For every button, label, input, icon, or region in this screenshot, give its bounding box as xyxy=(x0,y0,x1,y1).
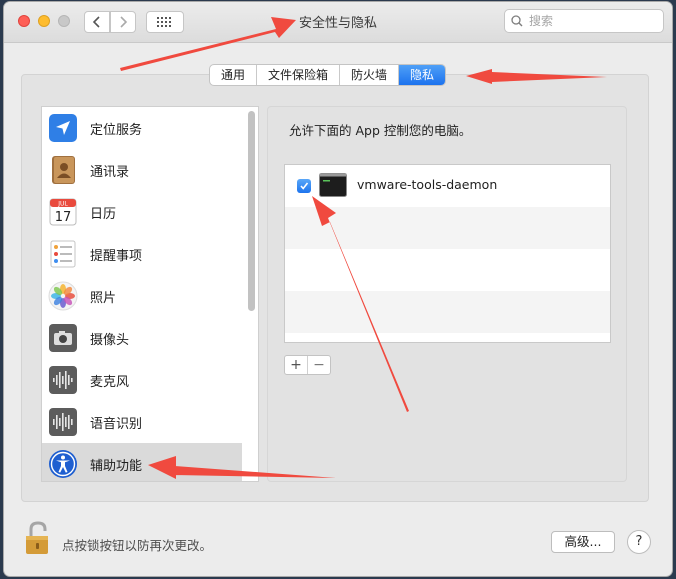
app-list: vmware-tools-daemon xyxy=(284,164,611,343)
sidebar-item-label: 通讯录 xyxy=(90,164,130,180)
calendar-icon: JUL 17 xyxy=(49,198,77,226)
sidebar-item-contacts[interactable]: 通讯录 xyxy=(42,149,242,191)
sidebar-item-accessibility[interactable]: 辅助功能 xyxy=(42,443,242,481)
app-enable-checkbox[interactable] xyxy=(297,179,311,193)
checkmark-icon xyxy=(300,182,309,190)
reminders-list-icon xyxy=(50,240,76,268)
sidebar-item-label: 提醒事项 xyxy=(90,248,143,264)
sidebar-scrollbar[interactable] xyxy=(248,111,255,311)
sidebar-item-microphone[interactable]: 麦克风 xyxy=(42,359,242,401)
sidebar-item-label: 语音识别 xyxy=(90,416,143,432)
search-input[interactable] xyxy=(527,13,651,29)
sidebar-item-label: 定位服务 xyxy=(90,122,143,138)
help-button[interactable]: ? xyxy=(627,530,651,554)
location-arrow-icon xyxy=(49,114,77,142)
sidebar-item-camera[interactable]: 摄像头 xyxy=(42,317,242,359)
advanced-button[interactable]: 高级... xyxy=(551,531,615,553)
app-name: vmware-tools-daemon xyxy=(357,177,498,192)
calendar-day-text: 17 xyxy=(55,210,72,225)
tab-bar: 通用 文件保险箱 防火墙 隐私 xyxy=(209,64,447,86)
sidebar-item-label: 麦克风 xyxy=(90,374,130,390)
search-field[interactable] xyxy=(504,9,664,33)
sidebar-item-label: 摄像头 xyxy=(90,332,130,348)
sidebar-item-calendar[interactable]: JUL 17 日历 xyxy=(42,191,242,233)
sidebar-item-label: 照片 xyxy=(90,290,117,306)
add-app-button[interactable]: + xyxy=(285,356,308,374)
photos-flower-icon xyxy=(48,281,78,311)
terminal-icon xyxy=(319,173,347,197)
accessibility-person-icon xyxy=(49,450,77,478)
sidebar-item-reminders[interactable]: 提醒事项 xyxy=(42,233,242,275)
table-row[interactable]: vmware-tools-daemon xyxy=(285,165,610,207)
list-item xyxy=(285,207,610,249)
sidebar-item-speech-recognition[interactable]: 语音识别 xyxy=(42,401,242,443)
allow-description: 允许下面的 App 控制您的电脑。 xyxy=(289,123,472,138)
sidebar-item-label: 日历 xyxy=(90,206,117,222)
lock-hint-text: 点按锁按钮以防再次更改。 xyxy=(62,538,213,553)
search-icon xyxy=(511,15,523,27)
tab-filevault[interactable]: 文件保险箱 xyxy=(257,65,341,85)
sidebar-item-location[interactable]: 定位服务 xyxy=(42,107,242,149)
list-item xyxy=(285,249,610,291)
tab-general[interactable]: 通用 xyxy=(210,65,258,85)
remove-app-button[interactable]: − xyxy=(308,356,330,374)
calendar-month-text: JUL xyxy=(57,201,68,208)
sidebar-item-label: 辅助功能 xyxy=(90,458,143,474)
contacts-book-icon xyxy=(52,156,75,184)
privacy-category-list: 定位服务 通讯录 JUL 17 日历 提醒事项 照片 摄像头 麦克风 语音识别 … xyxy=(41,106,259,482)
camera-icon xyxy=(49,324,77,352)
sidebar-item-photos[interactable]: 照片 xyxy=(42,275,242,317)
title-bar: 安全性与隐私 xyxy=(4,2,672,43)
padlock-icon[interactable] xyxy=(22,520,54,556)
microphone-waveform-icon xyxy=(49,366,77,394)
list-item xyxy=(285,291,610,333)
speech-waveform-icon xyxy=(49,408,77,436)
tab-firewall[interactable]: 防火墙 xyxy=(340,65,400,85)
tab-privacy[interactable]: 隐私 xyxy=(399,65,446,85)
add-remove-control: + − xyxy=(284,355,331,375)
